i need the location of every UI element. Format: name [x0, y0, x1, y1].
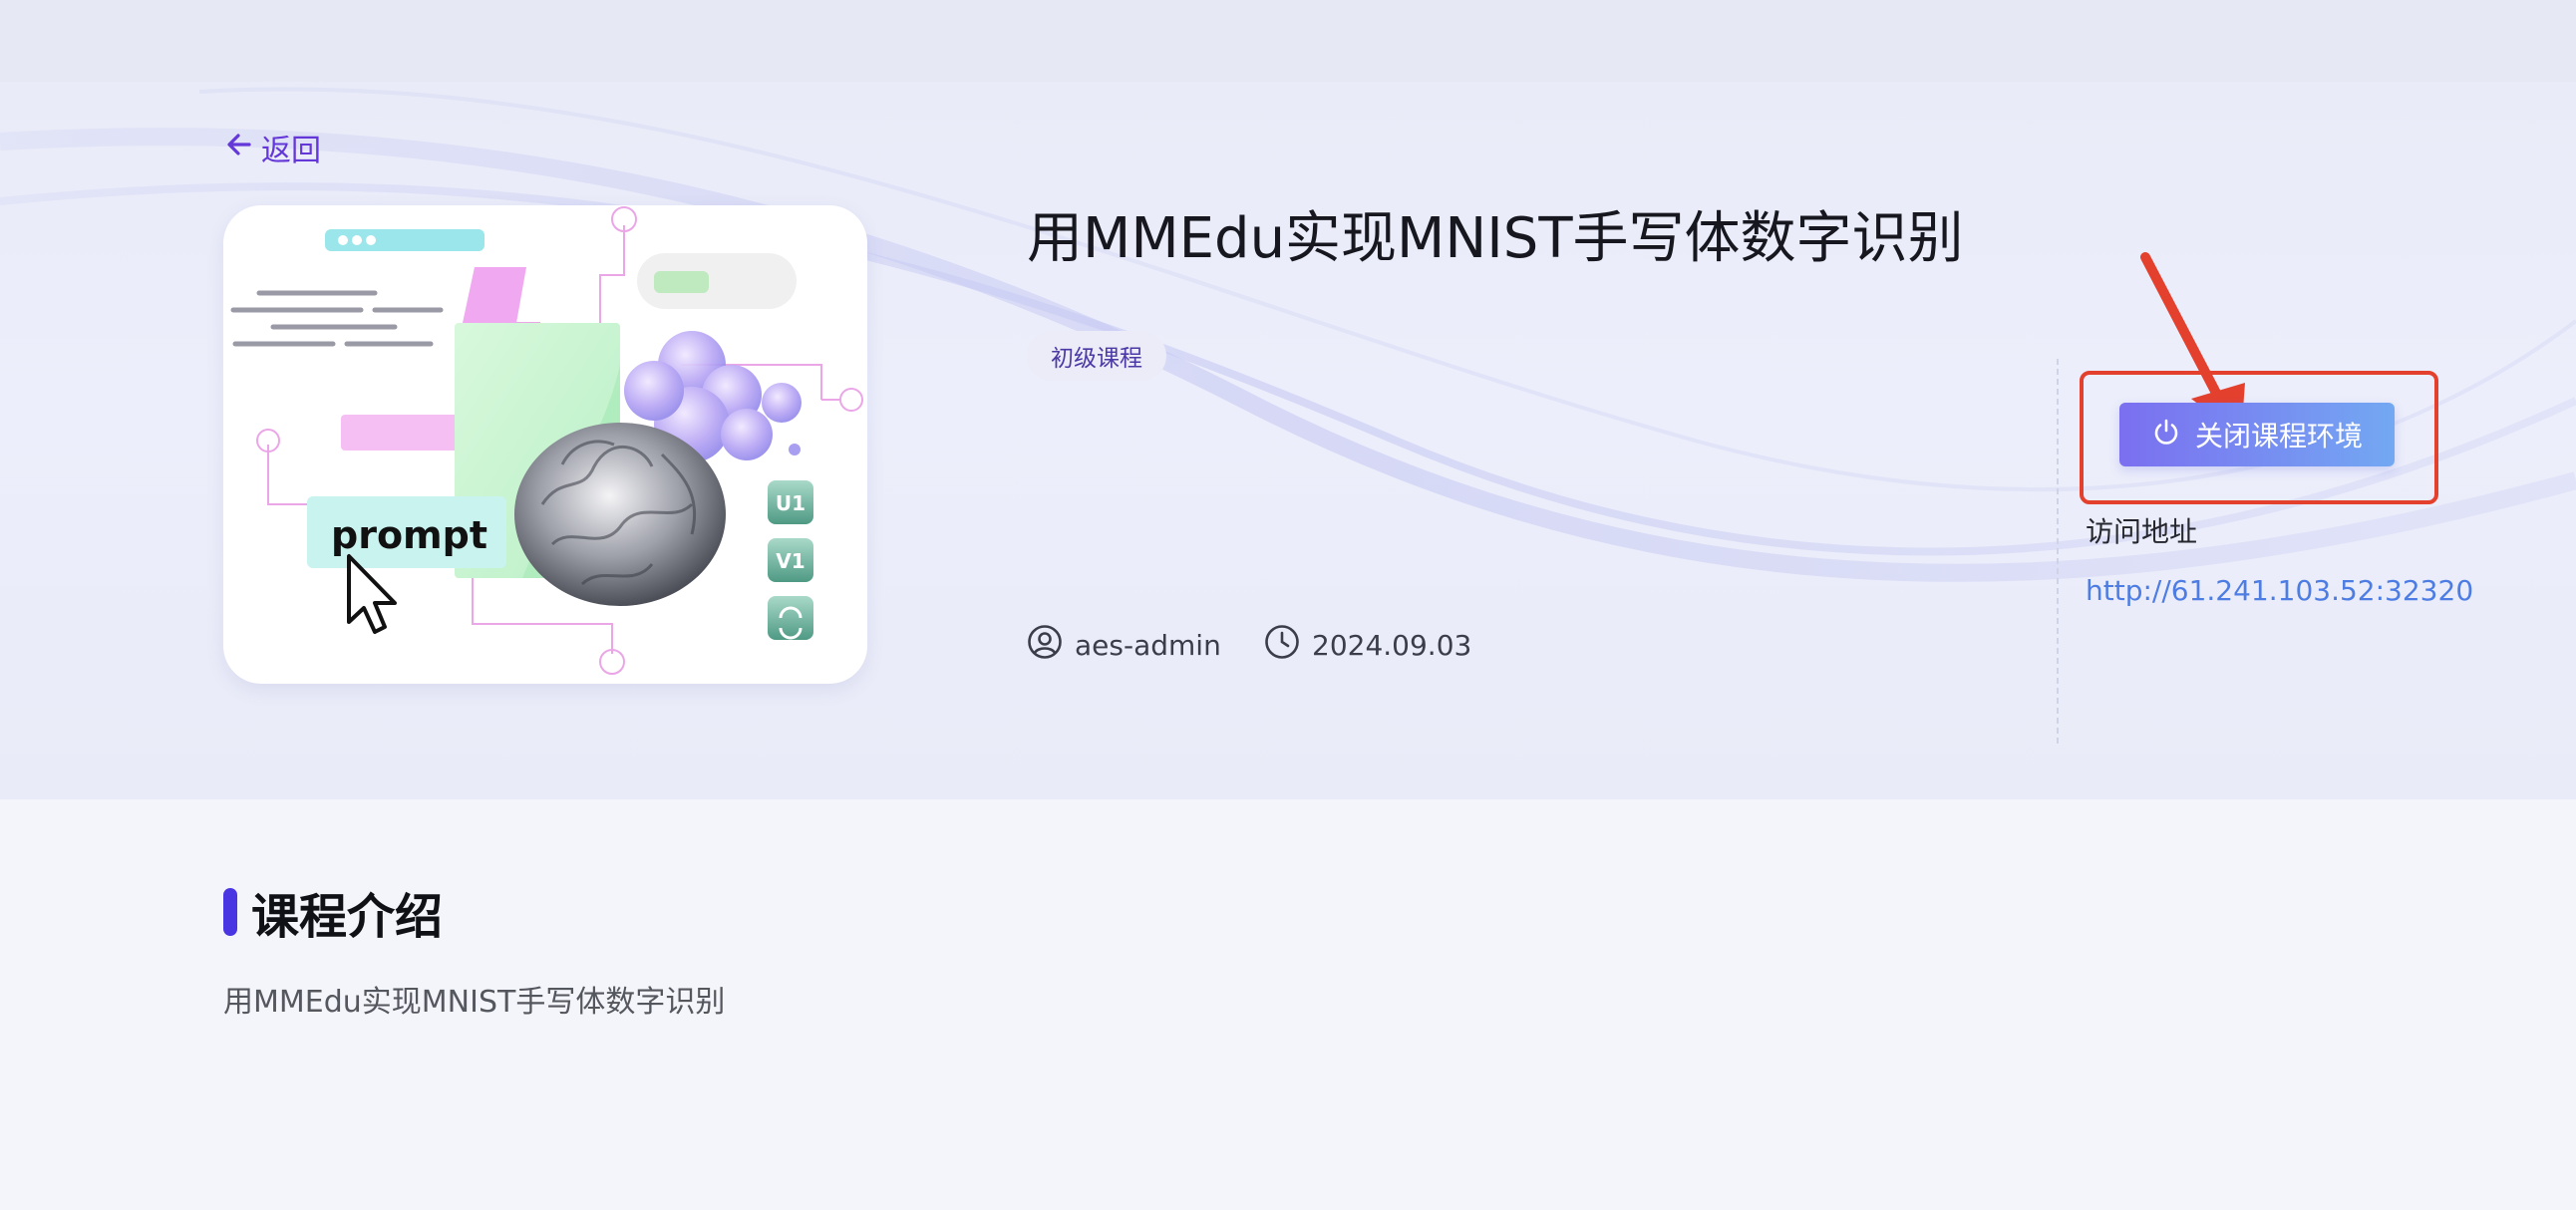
access-address-label: 访问地址 [2086, 515, 2198, 548]
vertical-divider [2057, 359, 2059, 744]
course-title: 用MMEdu实现MNIST手写体数字识别 [1027, 206, 1964, 271]
course-date: 2024.09.03 [1264, 624, 1471, 667]
heading-accent-bar [223, 888, 237, 936]
course-author: aes-admin [1027, 624, 1221, 667]
arrow-left-icon [223, 129, 255, 166]
back-link[interactable]: 返回 [223, 126, 321, 169]
user-circle-icon [1027, 624, 1063, 667]
date-text: 2024.09.03 [1312, 629, 1472, 662]
svg-text:V1: V1 [776, 549, 805, 573]
power-icon [2151, 417, 2181, 454]
course-hero: 返回 prompt U1 V1 用MMEdu实现MNIST手写体数字识别 初级课… [0, 82, 2576, 799]
svg-text:U1: U1 [776, 491, 805, 515]
top-bar [0, 0, 2576, 82]
course-level-tag: 初级课程 [1027, 331, 1166, 381]
intro-heading-text: 课程介绍 [251, 889, 444, 945]
svg-text:prompt: prompt [331, 513, 487, 557]
close-environment-label: 关闭课程环境 [2194, 420, 2363, 453]
clock-icon [1264, 624, 1300, 667]
course-intro-heading: 课程介绍 [223, 877, 443, 947]
course-cover-image: prompt U1 V1 [223, 205, 867, 684]
access-address-link[interactable]: http://61.241.103.52:32320 [2086, 574, 2473, 607]
course-intro-text: 用MMEdu实现MNIST手写体数字识别 [223, 985, 726, 1020]
close-environment-button[interactable]: 关闭课程环境 [2119, 403, 2395, 466]
back-label: 返回 [261, 134, 321, 168]
author-name: aes-admin [1075, 629, 1221, 662]
